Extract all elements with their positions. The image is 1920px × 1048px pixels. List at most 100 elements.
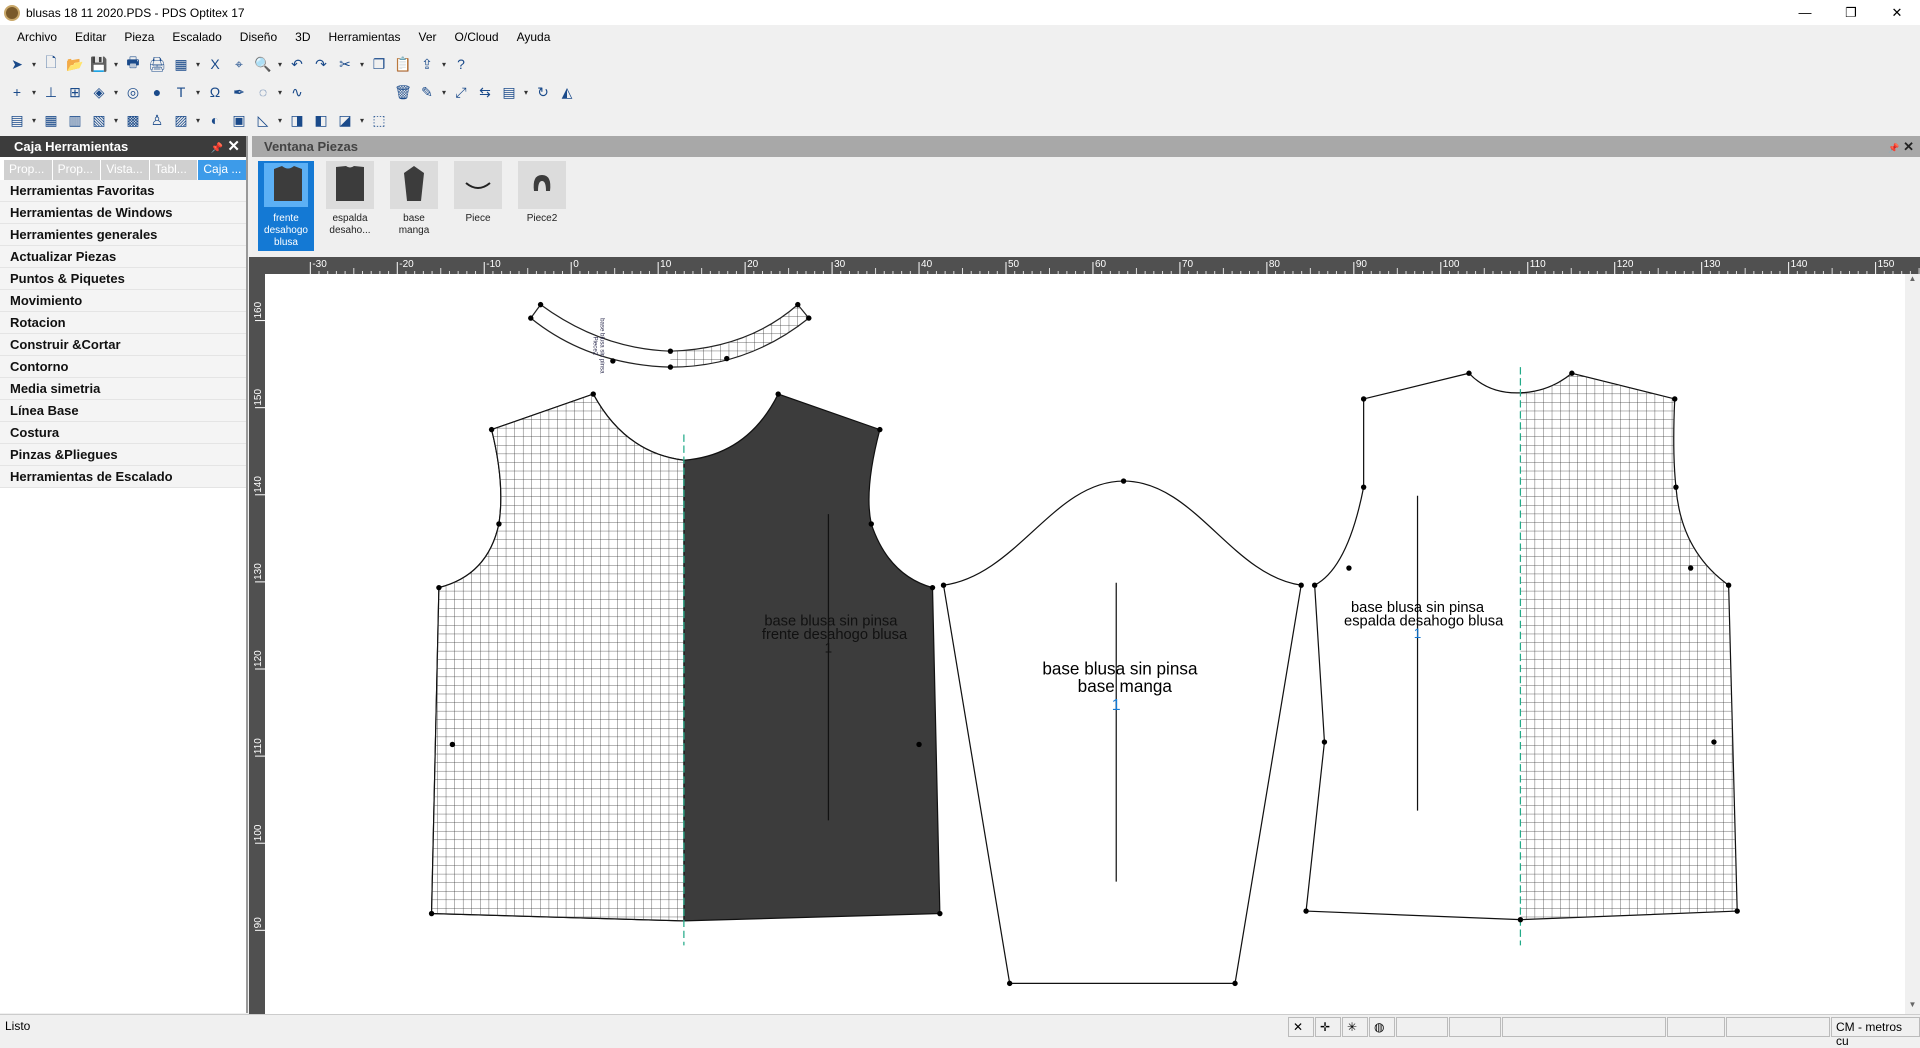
- pen-tool-icon[interactable]: ✎: [416, 81, 438, 103]
- new-file-icon[interactable]: 🗋: [40, 53, 62, 75]
- vertical-scrollbar[interactable]: ▲ ▼: [1905, 274, 1920, 1014]
- pattern-point[interactable]: [1517, 916, 1524, 923]
- pin-icon[interactable]: 📌: [211, 143, 223, 154]
- dropdown-arrow-icon[interactable]: ▾: [112, 116, 120, 125]
- toolbox-tab-3[interactable]: Tabl...: [149, 160, 198, 180]
- menu-diseno[interactable]: Diseño: [231, 30, 286, 44]
- pattern-point[interactable]: [1725, 582, 1732, 588]
- dropdown-arrow-icon[interactable]: ▾: [30, 60, 38, 69]
- piece-thumbnail-piece2[interactable]: Piece2: [514, 161, 570, 227]
- toolbox-item-media-simetria[interactable]: Media simetria: [0, 378, 246, 400]
- dropdown-arrow-icon[interactable]: ▾: [358, 60, 366, 69]
- calculator-icon[interactable]: ▩: [122, 109, 144, 131]
- dropdown-arrow-icon[interactable]: ▾: [194, 116, 202, 125]
- digitizer-icon[interactable]: ◍: [1369, 1017, 1395, 1037]
- ruler-square-icon[interactable]: ◺: [252, 109, 274, 131]
- excel-icon[interactable]: X: [204, 53, 226, 75]
- avatar-icon[interactable]: ♙: [146, 109, 168, 131]
- toolbox-tab-4[interactable]: Caja ...: [198, 160, 246, 180]
- pattern-point[interactable]: [1120, 478, 1127, 484]
- pattern-point[interactable]: [1298, 582, 1304, 588]
- pattern-point[interactable]: [1466, 370, 1472, 376]
- move-icon[interactable]: ⇆: [474, 81, 496, 103]
- button-icon[interactable]: ●: [146, 81, 168, 103]
- pattern-point[interactable]: [436, 584, 442, 591]
- pattern-point[interactable]: [496, 521, 502, 527]
- dropdown-arrow-icon[interactable]: ▾: [276, 60, 284, 69]
- snap-point-icon[interactable]: ✳: [1342, 1017, 1368, 1037]
- toolbox-tab-0[interactable]: Prop...: [4, 160, 52, 180]
- snap-intersection-icon[interactable]: ✕: [1288, 1017, 1314, 1037]
- pattern-point[interactable]: [724, 355, 730, 362]
- rules-icon[interactable]: ▧: [88, 109, 110, 131]
- select-arrow-icon[interactable]: ➤: [6, 53, 28, 75]
- pattern-point[interactable]: [1321, 739, 1328, 745]
- marker-icon[interactable]: ▣: [228, 109, 250, 131]
- shapes-icon[interactable]: ◐: [204, 109, 226, 131]
- pattern-point[interactable]: [449, 741, 456, 748]
- pattern-point[interactable]: [916, 741, 922, 748]
- pattern-point[interactable]: [1687, 565, 1694, 571]
- piece-thumbnail-piece[interactable]: Piece: [450, 161, 506, 227]
- pattern-point[interactable]: [1311, 582, 1318, 588]
- piece-c-icon[interactable]: ◪: [334, 109, 356, 131]
- piece-outline-icon[interactable]: ⬚: [368, 109, 390, 131]
- pattern-point[interactable]: [1360, 396, 1367, 402]
- toolbox-item-costura[interactable]: Costura: [0, 422, 246, 444]
- pattern-point[interactable]: [775, 391, 781, 397]
- piece-neck-facing[interactable]: base blusa sin pinsa Piece2: [529, 303, 810, 374]
- menu-ver[interactable]: Ver: [410, 30, 446, 44]
- grid-icon[interactable]: ▦: [40, 109, 62, 131]
- pattern-point[interactable]: [1360, 484, 1367, 490]
- snap-orthogonal-icon[interactable]: ✛: [1315, 1017, 1341, 1037]
- toolbox-tab-1[interactable]: Prop...: [52, 160, 101, 180]
- toolbox-item-actualizar-piezas[interactable]: Actualizar Piezas: [0, 246, 246, 268]
- pattern-point[interactable]: [488, 426, 495, 433]
- open-folder-icon[interactable]: 📂: [64, 53, 86, 75]
- dropdown-arrow-icon[interactable]: ▾: [440, 88, 448, 97]
- close-button[interactable]: ✕: [1874, 0, 1920, 25]
- save-icon[interactable]: 💾: [88, 53, 110, 75]
- pattern-point[interactable]: [428, 910, 435, 917]
- menu-ayuda[interactable]: Ayuda: [508, 30, 560, 44]
- lasso-icon[interactable]: ◌: [252, 81, 274, 103]
- piece-b-icon[interactable]: ◧: [310, 109, 332, 131]
- toolbox-item-puntos-piquetes[interactable]: Puntos & Piquetes: [0, 268, 246, 290]
- dropdown-arrow-icon[interactable]: ▾: [30, 88, 38, 97]
- layout-icon[interactable]: ▦: [170, 53, 192, 75]
- resize-icon[interactable]: ⤢: [450, 81, 472, 103]
- pattern-point[interactable]: [590, 391, 596, 397]
- dropdown-arrow-icon[interactable]: ▾: [276, 116, 284, 125]
- pattern-point[interactable]: [667, 348, 674, 354]
- dropdown-arrow-icon[interactable]: ▾: [112, 88, 120, 97]
- dropdown-arrow-icon[interactable]: ▾: [358, 116, 366, 125]
- pattern-point[interactable]: [1232, 980, 1238, 987]
- pattern-point[interactable]: [1673, 484, 1679, 490]
- piece-front[interactable]: base blusa sin pinsa frente desahogo blu…: [430, 393, 941, 946]
- curve-tool-icon[interactable]: Ω: [204, 81, 226, 103]
- piece-thumbnail-espalda-desaho[interactable]: espalda desaho...: [322, 161, 378, 239]
- delete-icon[interactable]: 🗑: [392, 81, 414, 103]
- pattern-point[interactable]: [868, 521, 874, 527]
- zoom-icon[interactable]: 🔍: [252, 53, 274, 75]
- pattern-point[interactable]: [1672, 396, 1678, 402]
- dropdown-arrow-icon[interactable]: ▾: [194, 60, 202, 69]
- table-icon[interactable]: ▤: [6, 109, 28, 131]
- piece-back[interactable]: base blusa sin pinsa espalda desahogo bl…: [1305, 367, 1738, 946]
- pin-icon[interactable]: 📌: [1888, 143, 1899, 153]
- dropdown-arrow-icon[interactable]: ▾: [112, 60, 120, 69]
- piece-sleeve[interactable]: base blusa sin pinsa base manga 1: [942, 480, 1302, 984]
- rotate-icon[interactable]: ↻: [532, 81, 554, 103]
- toolbox-item-pinzas-pliegues[interactable]: Pinzas &Pliegues: [0, 444, 246, 466]
- toolbox-item-linea-base[interactable]: Línea Base: [0, 400, 246, 422]
- toolbox-tab-2[interactable]: Vista...: [101, 160, 149, 180]
- pattern-point[interactable]: [1006, 980, 1013, 987]
- text-icon[interactable]: T: [170, 81, 192, 103]
- dropdown-arrow-icon[interactable]: ▾: [440, 60, 448, 69]
- pattern-point[interactable]: [877, 426, 883, 433]
- pattern-point[interactable]: [528, 315, 534, 321]
- paste-icon[interactable]: 📋: [392, 53, 414, 75]
- fold-icon[interactable]: ◈: [88, 81, 110, 103]
- menu-herramientas[interactable]: Herramientas: [319, 30, 409, 44]
- pattern-point[interactable]: [1711, 739, 1717, 745]
